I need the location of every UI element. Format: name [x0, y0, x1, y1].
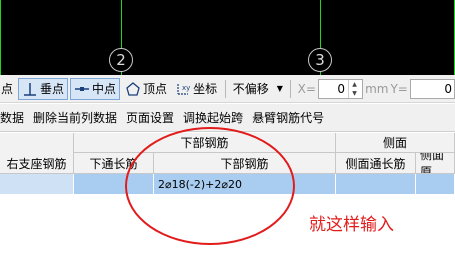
cell-right-support-rebar[interactable] — [0, 174, 74, 194]
x-coordinate-label: X= — [297, 81, 316, 96]
vertex-snap-button[interactable]: 顶点 — [122, 78, 170, 100]
menu-item-swap-start-span[interactable]: 调换起始跨 — [183, 109, 243, 126]
x-coordinate-input[interactable]: 0 ▲ ▼ — [317, 78, 364, 99]
midpoint-snap-button[interactable]: 中点 — [70, 77, 121, 100]
perpendicular-snap-icon — [24, 82, 37, 96]
x-coordinate-spinner[interactable]: ▲ ▼ — [348, 79, 360, 98]
menu-item-page-setup[interactable]: 页面设置 — [126, 109, 174, 126]
offset-select[interactable]: 不偏移 ▼ — [229, 79, 287, 99]
perpendicular-snap-label: 垂点 — [40, 82, 65, 96]
vertex-snap-icon — [126, 81, 140, 96]
offset-select-value: 不偏移 — [232, 82, 269, 96]
coordinate-snap-icon: xy — [177, 83, 190, 95]
coordinate-snap-button[interactable]: xy 坐标 — [172, 78, 220, 100]
y-coordinate-value: 0 — [444, 81, 452, 96]
y-coordinate-input[interactable]: 0 — [409, 78, 455, 99]
coordinate-snap-label: 坐标 — [193, 82, 218, 96]
midpoint-snap-label: 中点 — [92, 82, 117, 96]
viewport-frame — [0, 0, 455, 75]
toolbar-separator — [225, 79, 226, 98]
midpoint-snap-icon — [75, 86, 90, 91]
endpoint-snap-label: 点 — [1, 82, 14, 96]
endpoint-snap-button[interactable]: 点 — [0, 78, 16, 100]
svg-text:xy: xy — [182, 84, 190, 92]
chevron-down-icon: ▼ — [276, 84, 283, 93]
x-coordinate-unit: mm — [365, 81, 389, 96]
column-header-side-through-rebar[interactable]: 侧面通长筋 — [336, 153, 416, 174]
menu-item-data[interactable]: 数据 — [0, 109, 24, 126]
y-coordinate-label: Y= — [390, 81, 408, 96]
annotation-note: 就这样输入 — [309, 215, 394, 235]
group-header-side[interactable]: 侧面 — [336, 133, 455, 153]
axis-bubble-3[interactable]: 3 — [308, 48, 332, 72]
perpendicular-snap-button[interactable]: 垂点 — [18, 77, 69, 100]
column-header-right-support-rebar[interactable]: 右支座钢筋 — [0, 133, 74, 174]
x-coordinate-value: 0 — [337, 81, 346, 96]
column-header-side-original[interactable]: 侧面原 — [416, 153, 455, 174]
menu-item-delete-column-data[interactable]: 删除当前列数据 — [33, 109, 117, 126]
cell-side-through-rebar[interactable] — [336, 174, 416, 194]
menu-item-cantilever-rebar-code[interactable]: 悬臂钢筋代号 — [252, 109, 324, 126]
axis-bubble-2[interactable]: 2 — [109, 48, 133, 72]
cad-viewport[interactable]: 2 3 — [0, 0, 455, 75]
cell-side-original[interactable] — [416, 174, 455, 194]
snap-toolbar: 点 垂点 中点 顶点 xy 坐标 不偏移 ▼ X= 0 ▲ ▼ mm Y= 0 — [0, 75, 455, 103]
toolbar-separator — [289, 79, 291, 98]
annotation-ellipse — [125, 127, 295, 245]
vertex-snap-label: 顶点 — [143, 82, 168, 96]
